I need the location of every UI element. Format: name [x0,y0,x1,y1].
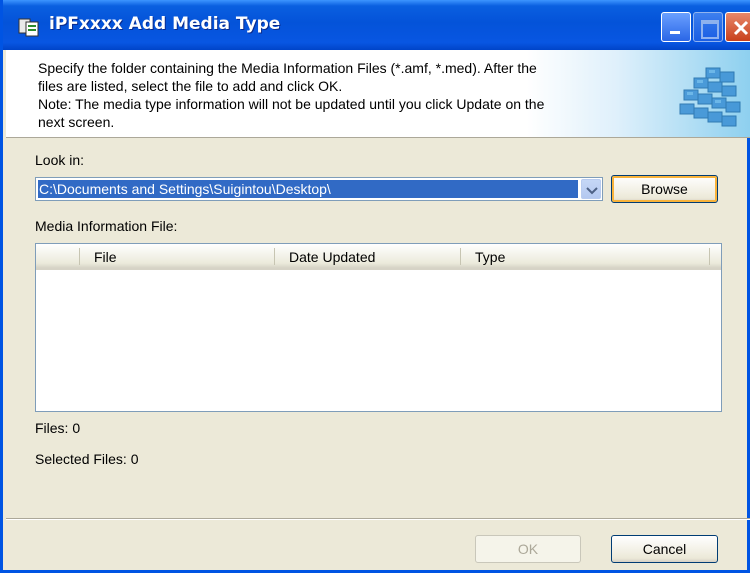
column-header-date-updated[interactable]: Date Updated [289,244,375,268]
column-header-type[interactable]: Type [475,244,505,268]
window-title: iPFxxxx Add Media Type [49,14,281,34]
footer-divider [6,518,750,520]
minimize-icon[interactable] [661,12,691,42]
list-header: File Date Updated Type [36,244,721,270]
close-icon[interactable] [725,12,750,42]
add-media-type-dialog: iPFxxxx Add Media Type Specify the folde… [0,0,750,573]
note-line-1: Note: The media type information will no… [38,96,545,112]
dropdown-arrow-icon[interactable] [581,179,601,199]
look-in-value: C:\Documents and Settings\Suigintou\Desk… [38,180,578,198]
column-divider [274,248,275,265]
instructions-line-1: Specify the folder containing the Media … [38,60,537,76]
cancel-button[interactable]: Cancel [611,535,718,563]
ok-button[interactable]: OK [475,535,581,563]
browse-button[interactable]: Browse [611,175,718,203]
look-in-dropdown[interactable]: C:\Documents and Settings\Suigintou\Desk… [35,177,603,201]
note-line-2: next screen. [38,114,115,130]
maximize-icon[interactable] [693,12,723,42]
look-in-label: Look in: [35,152,85,168]
column-divider [79,248,80,265]
instruction-text: Specify the folder containing the Media … [38,59,638,131]
app-icon [18,17,40,37]
media-stack-graphic [679,67,741,127]
title-bar[interactable]: iPFxxxx Add Media Type [3,0,750,50]
selected-files-count: Selected Files: 0 [35,451,139,467]
media-info-file-label: Media Information File: [35,218,178,234]
files-count: Files: 0 [35,420,81,436]
media-file-list[interactable]: File Date Updated Type [35,243,722,412]
column-divider [709,248,710,265]
instructions-line-2: files are listed, select the file to add… [38,78,343,94]
column-divider [460,248,461,265]
instruction-header: Specify the folder containing the Media … [6,50,750,138]
column-header-file[interactable]: File [94,244,117,268]
